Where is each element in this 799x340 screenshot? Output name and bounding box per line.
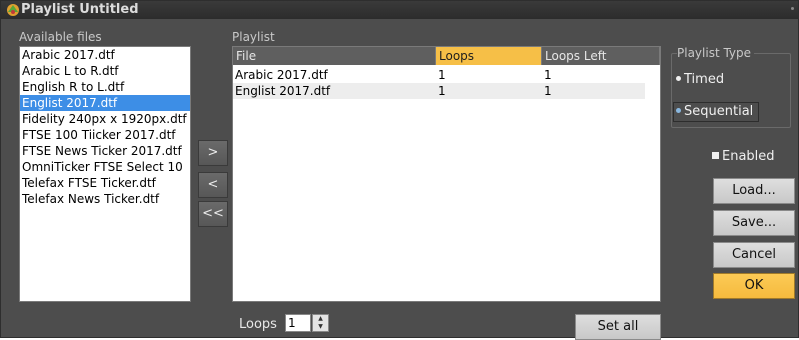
list-item[interactable]: Englist 2017.dtf — [20, 95, 190, 111]
list-item[interactable]: FTSE News Ticker 2017.dtf — [20, 143, 190, 159]
loops-spinner[interactable]: ▲ ▼ — [312, 314, 329, 332]
checkbox-icon — [712, 152, 719, 159]
remove-all-button[interactable]: << — [198, 201, 228, 227]
title-bar[interactable]: Playlist Untitled — [1, 1, 798, 19]
list-item[interactable]: FTSE 100 Tiicker 2017.dtf — [20, 127, 190, 143]
table-cell-loops-left: 1 — [544, 84, 552, 98]
list-item[interactable]: OmniTicker FTSE Select 10 — [20, 159, 190, 175]
available-files-label: Available files — [19, 30, 102, 44]
spin-down-icon[interactable]: ▼ — [313, 323, 328, 331]
window-control-dot[interactable] — [791, 7, 794, 10]
set-all-button[interactable]: Set all — [575, 314, 661, 340]
radio-dot-icon — [676, 108, 681, 113]
cancel-button[interactable]: Cancel — [713, 242, 795, 268]
column-header-loops[interactable]: Loops — [436, 47, 542, 65]
radio-sequential[interactable]: Sequential — [673, 102, 759, 122]
load-button[interactable]: Load... — [713, 178, 795, 204]
list-item[interactable]: English R to L.dtf — [20, 79, 190, 95]
radio-dot-icon — [676, 76, 681, 81]
radio-sequential-label: Sequential — [684, 104, 754, 119]
radio-timed[interactable]: Timed — [676, 72, 724, 88]
column-header-file[interactable]: File — [233, 47, 436, 65]
playlist-header: File Loops Loops Left — [233, 47, 660, 65]
playlist-label: Playlist — [232, 30, 275, 44]
app-icon — [7, 4, 19, 16]
radio-timed-label: Timed — [684, 72, 725, 87]
playlist-table[interactable]: File Loops Loops Left Arabic 2017.dtf 1 1 E… — [232, 46, 661, 302]
table-cell-file: Englist 2017.dtf — [235, 84, 331, 98]
remove-from-playlist-button[interactable]: < — [198, 172, 228, 198]
list-item[interactable]: Telefax News Ticker.dtf — [20, 191, 190, 207]
list-item[interactable]: Fidelity 240px x 1920px.dtf — [20, 111, 190, 127]
enabled-label: Enabled — [722, 149, 775, 164]
table-cell-file: Arabic 2017.dtf — [235, 68, 328, 82]
ok-button[interactable]: OK — [713, 273, 795, 299]
table-cell-loops-left: 1 — [544, 68, 552, 82]
playlist-window: Playlist Untitled Available files Arabic… — [0, 0, 799, 340]
loops-label: Loops — [239, 317, 277, 332]
list-item[interactable]: Arabic 2017.dtf — [20, 47, 190, 63]
list-item[interactable]: Telefax FTSE Ticker.dtf — [20, 175, 190, 191]
add-to-playlist-button[interactable]: > — [198, 140, 228, 166]
table-cell-loops: 1 — [438, 68, 446, 82]
save-button[interactable]: Save... — [713, 210, 795, 236]
playlist-type-label: Playlist Type — [677, 46, 755, 60]
table-row[interactable]: Arabic 2017.dtf 1 1 — [233, 67, 645, 83]
table-cell-loops: 1 — [438, 84, 446, 98]
available-files-list[interactable]: Arabic 2017.dtf Arabic L to R.dtf English … — [19, 46, 191, 302]
column-header-loops-left[interactable]: Loops Left — [542, 47, 660, 65]
spin-up-icon[interactable]: ▲ — [313, 315, 328, 323]
list-item[interactable]: Arabic L to R.dtf — [20, 63, 190, 79]
table-row[interactable]: Englist 2017.dtf 1 1 — [233, 83, 645, 99]
window-title: Playlist Untitled — [21, 2, 139, 17]
loops-input[interactable]: 1 — [285, 314, 311, 332]
enabled-checkbox[interactable]: Enabled — [712, 149, 775, 165]
